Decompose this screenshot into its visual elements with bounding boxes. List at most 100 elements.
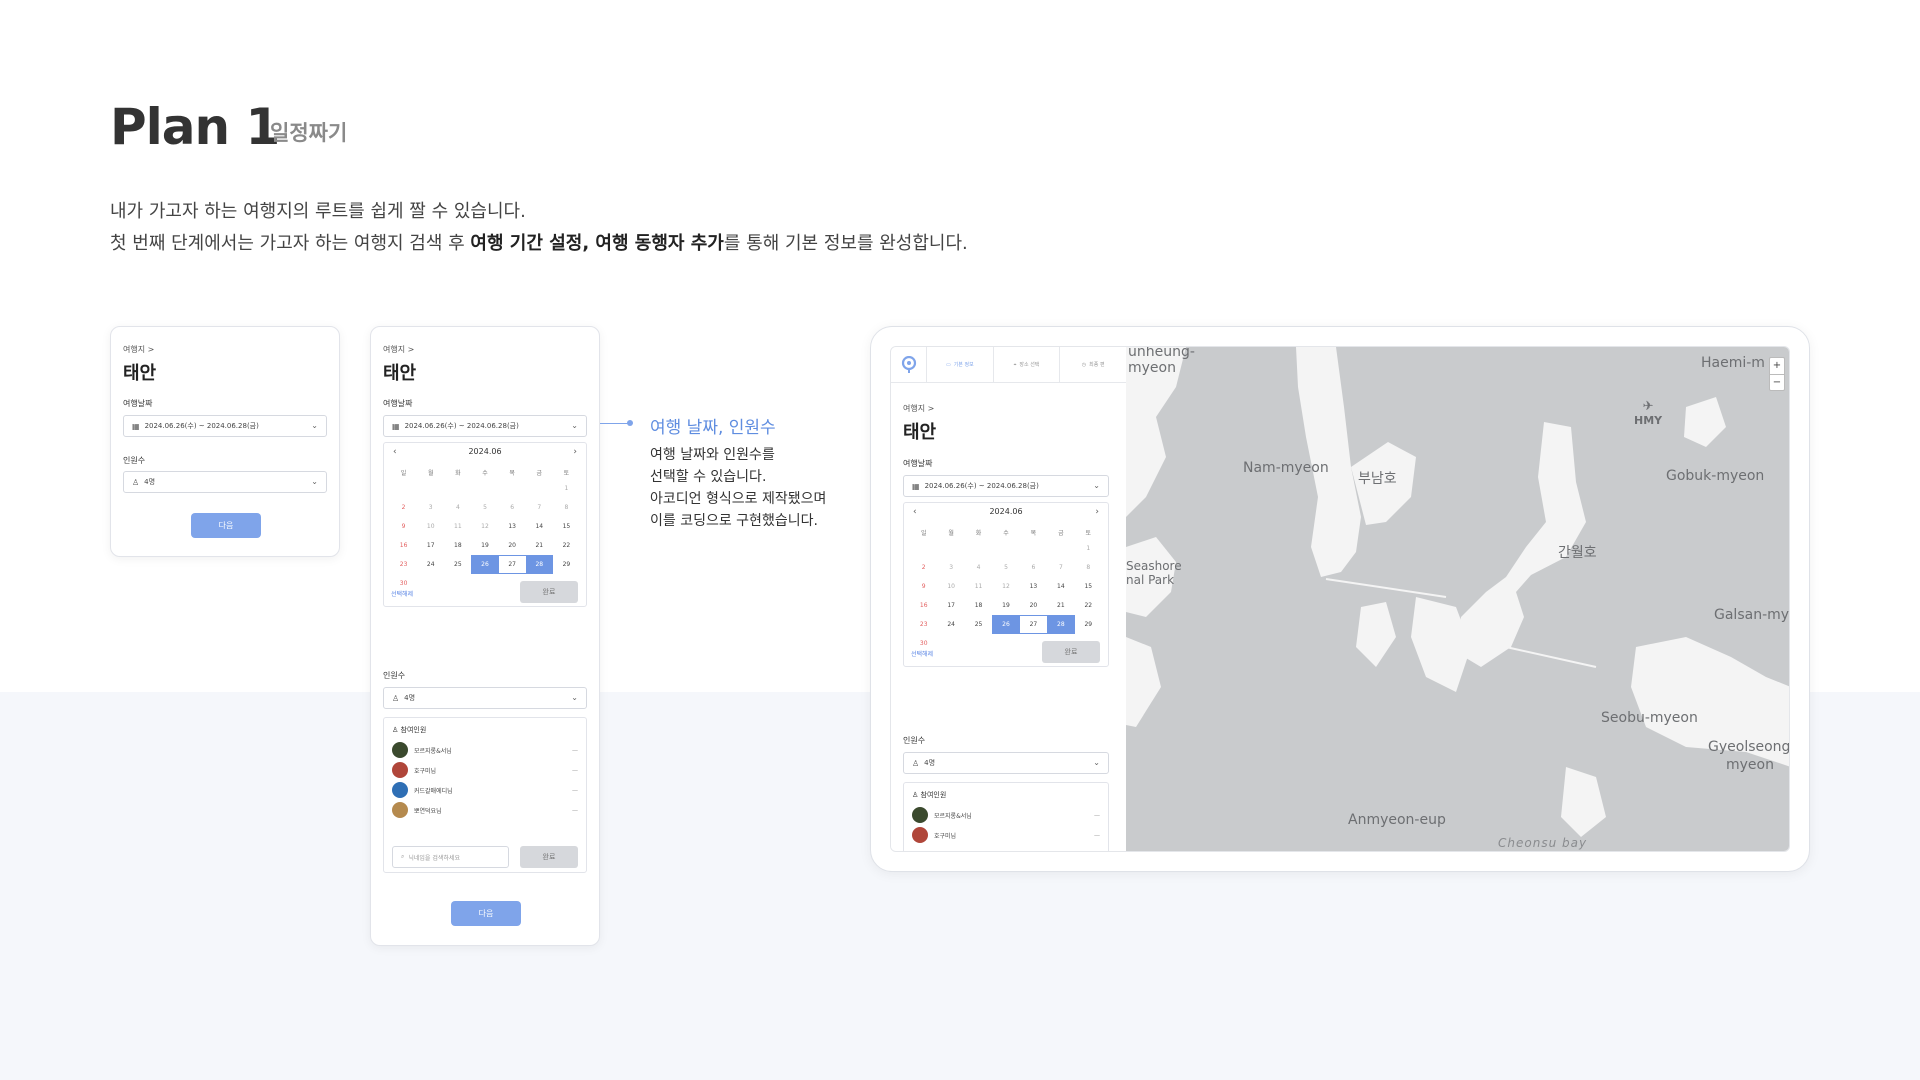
- calendar-day[interactable]: 16: [910, 596, 937, 615]
- tab-final[interactable]: ◷ 최종 편: [1060, 347, 1126, 382]
- next-month-button[interactable]: ›: [573, 447, 577, 457]
- calendar-day[interactable]: 27: [1019, 615, 1048, 634]
- tab-basic-info[interactable]: ▭ 기본 정보: [927, 347, 994, 382]
- calendar-day[interactable]: 4: [444, 498, 471, 517]
- calendar-day[interactable]: 20: [1020, 596, 1047, 615]
- calendar-day[interactable]: 11: [444, 517, 471, 536]
- calendar-day[interactable]: 1: [553, 479, 580, 498]
- calendar-day[interactable]: 6: [499, 498, 526, 517]
- remove-member-icon[interactable]: —: [572, 807, 578, 814]
- calendar-day[interactable]: 23: [390, 555, 417, 574]
- calendar-day[interactable]: 12: [992, 577, 1019, 596]
- zoom-in-button[interactable]: +: [1770, 358, 1784, 375]
- calendar-day[interactable]: 28: [525, 555, 553, 574]
- calendar-day[interactable]: 22: [1075, 596, 1102, 615]
- calendar-day[interactable]: 21: [1047, 596, 1074, 615]
- member-search-input[interactable]: ⌕ 닉네임을 검색하세요: [392, 846, 509, 868]
- date-field[interactable]: ▦ 2024.06.26(수) ~ 2024.06.28(금) ⌄: [123, 415, 327, 437]
- calendar-day[interactable]: 13: [499, 517, 526, 536]
- mobile-screen-collapsed: 여행지 > 태안 여행날짜 ▦ 2024.06.26(수) ~ 2024.06.2…: [110, 326, 340, 557]
- calendar-day[interactable]: 19: [471, 536, 498, 555]
- calendar-day[interactable]: 26: [471, 555, 499, 574]
- member-done-button[interactable]: 완료: [520, 846, 578, 868]
- calendar-icon: ▦: [132, 421, 140, 431]
- map-label: Seashore: [1126, 559, 1182, 573]
- chevron-up-icon: ⌄: [571, 693, 578, 702]
- calendar-day[interactable]: 3: [937, 558, 964, 577]
- calendar-day[interactable]: 15: [1075, 577, 1102, 596]
- calendar-day[interactable]: 12: [471, 517, 498, 536]
- remove-member-icon[interactable]: —: [572, 787, 578, 794]
- people-field[interactable]: ♙ 4명 ⌄: [903, 752, 1109, 774]
- calendar-done-button[interactable]: 완료: [520, 581, 578, 603]
- calendar-day[interactable]: 15: [553, 517, 580, 536]
- calendar-day[interactable]: 2: [910, 558, 937, 577]
- tab-place-select[interactable]: ⌖ 장소 선택: [994, 347, 1061, 382]
- calendar-day[interactable]: 23: [910, 615, 937, 634]
- map-label: Anmyeon-eup: [1348, 812, 1446, 828]
- calendar-day[interactable]: 11: [965, 577, 992, 596]
- calendar-day[interactable]: 25: [965, 615, 992, 634]
- members-panel: ♙ 참여인원 ⌕ 닉네임을 검색하세요 완료 모르지롱&서님 — 호구미님 — 커드갈매에…: [383, 717, 587, 873]
- calendar-day[interactable]: 24: [417, 555, 444, 574]
- calendar-day[interactable]: 8: [1075, 558, 1102, 577]
- date-field[interactable]: ▦ 2024.06.26(수) ~ 2024.06.28(금) ⌄: [383, 415, 587, 437]
- calendar-day[interactable]: 24: [937, 615, 964, 634]
- breadcrumb[interactable]: 여행지 >: [383, 344, 414, 355]
- calendar-day[interactable]: 19: [992, 596, 1019, 615]
- calendar-day[interactable]: 7: [1047, 558, 1074, 577]
- calendar-day[interactable]: 18: [965, 596, 992, 615]
- date-field[interactable]: ▦ 2024.06.26(수) ~ 2024.06.28(금) ⌄: [903, 475, 1109, 497]
- calendar-day[interactable]: 25: [444, 555, 471, 574]
- calendar-day[interactable]: 14: [1047, 577, 1074, 596]
- calendar-day[interactable]: 13: [1020, 577, 1047, 596]
- calendar-day[interactable]: 3: [417, 498, 444, 517]
- calendar-day[interactable]: 16: [390, 536, 417, 555]
- calendar-day[interactable]: 17: [937, 596, 964, 615]
- clear-selection-link[interactable]: 선택해제: [391, 589, 413, 598]
- next-month-button[interactable]: ›: [1095, 507, 1099, 517]
- description-text: 를 통해 기본 정보를 완성합니다.: [723, 233, 968, 254]
- people-field[interactable]: ♙ 4명 ⌄: [383, 687, 587, 709]
- next-button[interactable]: 다음: [191, 513, 261, 538]
- calendar-day[interactable]: 9: [910, 577, 937, 596]
- calendar-day[interactable]: 2: [390, 498, 417, 517]
- zoom-out-button[interactable]: −: [1770, 375, 1784, 391]
- remove-member-icon[interactable]: —: [1094, 832, 1100, 839]
- calendar-day[interactable]: 29: [553, 555, 580, 574]
- calendar-day[interactable]: 27: [498, 555, 526, 574]
- calendar-done-button[interactable]: 완료: [1042, 641, 1100, 663]
- calendar-day[interactable]: 10: [417, 517, 444, 536]
- logo-icon[interactable]: [891, 347, 927, 383]
- calendar-day[interactable]: 5: [992, 558, 1019, 577]
- remove-member-icon[interactable]: —: [572, 747, 578, 754]
- remove-member-icon[interactable]: —: [572, 767, 578, 774]
- calendar-month: 2024.06: [468, 447, 502, 456]
- clear-selection-link[interactable]: 선택해제: [911, 649, 933, 658]
- calendar-day[interactable]: 22: [553, 536, 580, 555]
- people-field[interactable]: ♙ 4명 ⌄: [123, 471, 327, 493]
- calendar-day[interactable]: 29: [1075, 615, 1102, 634]
- map-label: myeon: [1128, 360, 1176, 376]
- calendar-day[interactable]: 5: [471, 498, 498, 517]
- calendar-day[interactable]: 28: [1047, 615, 1075, 634]
- calendar-day[interactable]: 10: [937, 577, 964, 596]
- calendar-day[interactable]: 7: [526, 498, 553, 517]
- calendar-day[interactable]: 21: [526, 536, 553, 555]
- breadcrumb[interactable]: 여행지 >: [903, 403, 934, 414]
- calendar-day[interactable]: 18: [444, 536, 471, 555]
- calendar-day[interactable]: 20: [499, 536, 526, 555]
- calendar-day[interactable]: 1: [1075, 539, 1102, 558]
- map-view[interactable]: unheung- myeon Haemi-m ✈ HMY Nam-myeon 부남…: [1126, 347, 1789, 851]
- calendar-day[interactable]: 9: [390, 517, 417, 536]
- calendar-day[interactable]: 6: [1020, 558, 1047, 577]
- calendar-day[interactable]: 26: [992, 615, 1020, 634]
- calendar-day[interactable]: 4: [965, 558, 992, 577]
- next-button[interactable]: 다음: [451, 901, 521, 926]
- weekday-label: 목: [1030, 529, 1037, 537]
- calendar-day[interactable]: 17: [417, 536, 444, 555]
- calendar-day[interactable]: 14: [526, 517, 553, 536]
- calendar-day[interactable]: 8: [553, 498, 580, 517]
- breadcrumb[interactable]: 여행지 >: [123, 344, 154, 355]
- remove-member-icon[interactable]: —: [1094, 812, 1100, 819]
